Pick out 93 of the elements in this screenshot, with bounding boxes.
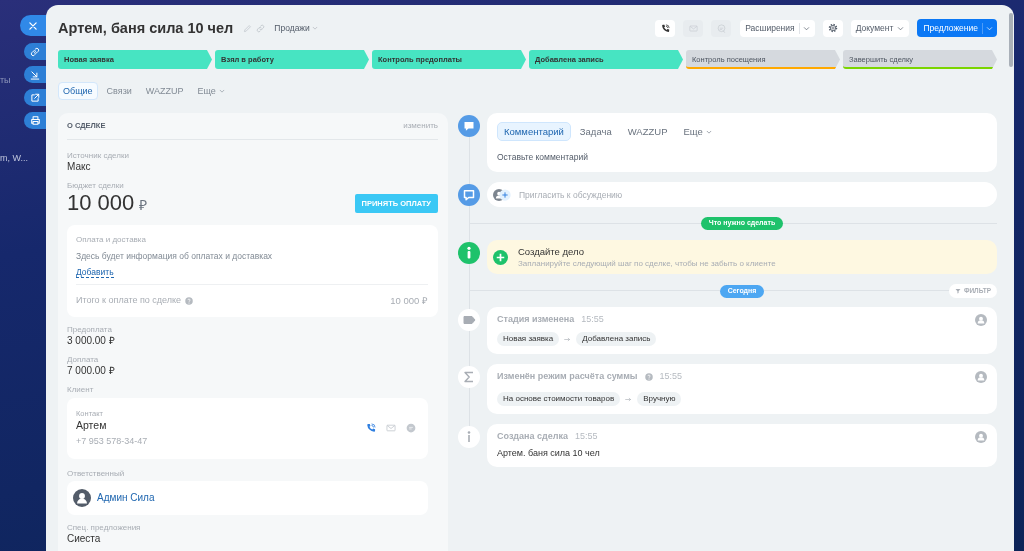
print-button[interactable] bbox=[24, 112, 46, 129]
invite-field[interactable]: Пригласить к обсуждению bbox=[519, 188, 991, 201]
field-label: Клиент bbox=[67, 384, 95, 395]
field-label: Ответственный bbox=[67, 468, 126, 479]
background-text: m, W... bbox=[0, 152, 28, 164]
event-title: Создана сделка bbox=[497, 431, 568, 443]
field-label: Источник сделки bbox=[67, 150, 130, 161]
tab[interactable]: Еще bbox=[192, 82, 230, 100]
comment-icon bbox=[458, 115, 480, 137]
event-time: 15:55 bbox=[659, 371, 683, 383]
caret-icon bbox=[311, 25, 318, 31]
user-link[interactable]: Админ Сила bbox=[97, 491, 155, 505]
event-time: 15:55 bbox=[574, 431, 598, 443]
contact-phone: +7 953 578-34-47 bbox=[76, 435, 148, 447]
phone-icon bbox=[660, 23, 670, 33]
user-avatar-icon bbox=[73, 489, 91, 507]
close-icon bbox=[28, 20, 38, 31]
copy-link-button[interactable] bbox=[24, 43, 46, 60]
user-avatar-icon bbox=[975, 371, 987, 383]
comment-field[interactable]: Оставьте комментарий bbox=[497, 151, 697, 163]
create-task-card[interactable]: Создайте дело Запланируйте следующий шаг по сделке, чтобы не забыть о клиенте bbox=[487, 240, 997, 274]
event-time: 15:55 bbox=[581, 314, 604, 326]
arrow-right-icon bbox=[564, 335, 572, 343]
user-avatar-icon bbox=[975, 431, 987, 443]
settings-button[interactable] bbox=[822, 19, 843, 37]
link-icon bbox=[256, 23, 266, 33]
external-link-icon bbox=[30, 92, 40, 103]
field-label: Бюджет сделки bbox=[67, 180, 125, 191]
old-value: На основе стоимости товаров bbox=[497, 392, 621, 406]
new-value: Вручную bbox=[637, 392, 682, 406]
caret-icon bbox=[802, 24, 810, 32]
tab[interactable]: Связи bbox=[101, 82, 137, 100]
caret-icon bbox=[897, 24, 905, 32]
arrow-right-icon bbox=[625, 395, 633, 403]
background-text: ты bbox=[0, 74, 11, 86]
chat-icon bbox=[458, 184, 480, 206]
total-amount: 10 000 ₽ bbox=[390, 295, 428, 307]
tab[interactable]: Комментарий bbox=[497, 122, 571, 141]
extensions-button[interactable]: Расширения bbox=[740, 19, 815, 37]
filter-icon bbox=[954, 288, 961, 294]
task-title: Создайте дело bbox=[518, 245, 585, 258]
budget-amount: 10 000 bbox=[67, 192, 135, 214]
plus-icon bbox=[493, 249, 508, 265]
field-value: 7 000.00 ₽ bbox=[67, 365, 116, 377]
mail-icon bbox=[688, 23, 698, 33]
printer-icon bbox=[29, 115, 41, 126]
pipeline-dropdown[interactable]: Продажи bbox=[274, 22, 318, 34]
new-value: Добавлена запись bbox=[576, 332, 657, 346]
user-avatar-icon bbox=[975, 314, 987, 326]
deal-name: Артем. баня сила 10 чел bbox=[497, 448, 601, 460]
empty-note: Здесь будет информация об оплатах и доставках bbox=[76, 250, 274, 262]
total-label: Итого к оплате по сделке bbox=[76, 295, 182, 307]
help-icon bbox=[185, 297, 194, 306]
tab[interactable]: WAZZUP bbox=[620, 122, 675, 141]
tab[interactable]: Задача bbox=[572, 122, 619, 141]
document-button[interactable]: Документ bbox=[850, 19, 910, 37]
tag-icon bbox=[458, 309, 480, 331]
info-icon bbox=[458, 426, 480, 448]
tab[interactable]: WAZZUP bbox=[140, 82, 189, 100]
currency-sign: ₽ bbox=[139, 197, 148, 215]
event-title: Стадия изменена bbox=[497, 314, 575, 326]
open-window-button[interactable] bbox=[24, 89, 46, 106]
field-label: Доплата bbox=[67, 354, 100, 365]
arrow-icon bbox=[30, 69, 40, 80]
add-participant-icon bbox=[493, 188, 511, 201]
pencil-icon bbox=[243, 23, 253, 33]
scrollbar-thumb[interactable] bbox=[1009, 13, 1013, 67]
phone-icon[interactable] bbox=[366, 423, 376, 433]
field-label: Предоплата bbox=[67, 324, 113, 335]
settings-icon bbox=[827, 23, 838, 33]
link-icon bbox=[30, 46, 40, 57]
chat-icon bbox=[716, 23, 726, 33]
old-value: Новая заявка bbox=[497, 332, 560, 346]
field-value: 3 000.00 ₽ bbox=[67, 335, 116, 347]
field-value: Сиеста bbox=[67, 533, 102, 545]
info-icon bbox=[458, 242, 480, 264]
invite-bar[interactable]: Пригласить к обсуждению bbox=[487, 182, 997, 207]
field-label: Спец. предложения bbox=[67, 522, 142, 533]
call-button[interactable] bbox=[655, 19, 676, 37]
field-value: Макс bbox=[67, 161, 92, 173]
close-button[interactable] bbox=[20, 15, 46, 36]
offer-button[interactable]: Предложение bbox=[917, 19, 997, 37]
tab[interactable]: Общие bbox=[58, 82, 98, 100]
tab[interactable]: Еще bbox=[676, 122, 719, 141]
caret-icon bbox=[986, 24, 993, 32]
event-title: Изменён режим расчёта суммы bbox=[497, 371, 638, 383]
contact-name: Артем bbox=[76, 419, 108, 432]
panel-title: Оплата и доставка bbox=[76, 233, 147, 245]
arrow-button[interactable] bbox=[24, 66, 46, 83]
deal-title: Артем, баня сила 10 чел bbox=[58, 19, 234, 38]
sigma-icon bbox=[458, 366, 480, 388]
task-hint: Запланируйте следующий шаг по сделке, чтобы не забыть о клиенте bbox=[518, 257, 776, 269]
add-link[interactable]: Добавить bbox=[76, 267, 114, 279]
